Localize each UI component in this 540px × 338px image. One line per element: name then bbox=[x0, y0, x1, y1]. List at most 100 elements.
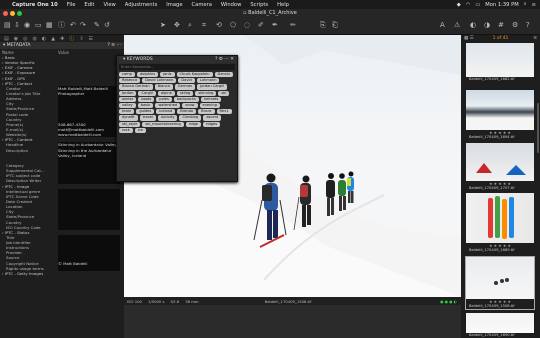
keyword-tag[interactable]: dolphins bbox=[136, 72, 159, 78]
thumbnail-image[interactable] bbox=[466, 143, 534, 181]
import-icon[interactable]: ⇩ bbox=[14, 21, 20, 29]
camera-icon[interactable]: ◉ bbox=[24, 21, 30, 29]
library-icon[interactable]: ▤ bbox=[4, 21, 11, 29]
annotation-icon[interactable]: ✏ bbox=[290, 21, 296, 29]
keyword-tag[interactable]: Activity bbox=[158, 115, 178, 121]
keyword-tag[interactable]: Rebecca bbox=[119, 78, 141, 84]
brush-icon[interactable]: ✐ bbox=[258, 21, 264, 29]
color-tag-icons[interactable]: ● ● ● ◐ bbox=[440, 299, 457, 304]
thumbnail-image[interactable] bbox=[466, 257, 534, 299]
panel-tools-icon[interactable]: ? ≡ ⋯ bbox=[107, 42, 121, 49]
thumbnail-image[interactable] bbox=[466, 90, 534, 130]
exposure-warning-icon[interactable]: ◑ bbox=[484, 21, 490, 29]
keyword-input[interactable]: Enter Keywords... bbox=[119, 64, 235, 70]
keystone-icon[interactable]: ⬠ bbox=[230, 21, 236, 29]
keyword-tag[interactable]: evening bbox=[199, 102, 220, 109]
keyword-tag[interactable]: valley bbox=[119, 102, 136, 109]
menu-adjustments[interactable]: Adjustments bbox=[125, 2, 158, 8]
keyword-tag[interactable]: skinning bbox=[195, 90, 217, 96]
keyword-tag[interactable]: team bbox=[119, 109, 135, 115]
keyword-tag[interactable]: Jordan Cargill bbox=[197, 84, 228, 90]
keyword-tag[interactable]: ice bbox=[134, 127, 146, 133]
reset-icon[interactable]: ↺ bbox=[104, 21, 110, 29]
info-icon[interactable]: ⓘ bbox=[58, 21, 65, 29]
keyword-tag[interactable]: janis bbox=[160, 72, 175, 78]
settings-icon[interactable]: ⚙ bbox=[512, 21, 518, 29]
batch-tab-icon[interactable]: ☰ bbox=[89, 36, 93, 42]
thumbnail[interactable]: ★ ★ ★ ★ ★ Baldelli_170409_1689.tif bbox=[466, 193, 534, 253]
metadata-tab-icon[interactable]: ⓘ bbox=[69, 35, 74, 42]
adjustments-tab-icon[interactable]: ✚ bbox=[60, 36, 64, 42]
pan-icon[interactable]: ✥ bbox=[174, 21, 180, 29]
keyword-tag[interactable]: Bianca bbox=[154, 84, 173, 90]
grid-icon[interactable]: ▦ bbox=[46, 21, 53, 29]
browser-menu-icon[interactable]: ≡ bbox=[533, 35, 537, 42]
details-tab-icon[interactable]: ▲ bbox=[51, 36, 55, 42]
keyword-tag[interactable]: boots bbox=[138, 96, 155, 102]
menu-window[interactable]: Window bbox=[221, 2, 241, 8]
folder-icon[interactable]: ▭ bbox=[35, 21, 42, 29]
thumbnail-image[interactable] bbox=[466, 43, 534, 77]
metadata-group[interactable]: › IPTC - Getty Images bbox=[0, 271, 124, 276]
menu-scripts[interactable]: Scripts bbox=[250, 2, 268, 8]
keyword-tag[interactable]: winter bbox=[119, 96, 137, 102]
keyword-tag[interactable]: Dennis bbox=[214, 72, 233, 78]
capture-tab-icon[interactable]: ◉ bbox=[14, 36, 18, 42]
keyword-tag[interactable]: Jordan bbox=[119, 90, 137, 96]
metadata-header[interactable]: ▾ METADATA ? ≡ ⋯ bbox=[0, 42, 124, 49]
keywords-tools-icon[interactable]: ? ⚙ ⋯ ✕ bbox=[215, 56, 234, 63]
keyword-tag[interactable]: ridge bbox=[185, 121, 201, 127]
keyword-tag[interactable]: snow bbox=[182, 102, 198, 109]
keyword-tag[interactable]: ski bbox=[218, 90, 230, 96]
keyword-tag[interactable]: Rev1 bbox=[216, 109, 232, 115]
clock[interactable]: Mon 1:39 PM bbox=[485, 2, 519, 8]
keyword-tag[interactable]: David bbox=[178, 78, 195, 84]
keyword-tag[interactable]: German bbox=[174, 84, 196, 90]
keyword-tag[interactable]: ascent bbox=[203, 115, 222, 121]
copy-adjustments-icon[interactable]: ✎ bbox=[94, 21, 100, 29]
keyword-tag[interactable]: camp bbox=[119, 72, 135, 78]
keyword-tag[interactable]: dynafit bbox=[119, 115, 138, 121]
keyword-tag[interactable]: ridges bbox=[202, 121, 221, 127]
menu-file[interactable]: File bbox=[67, 2, 76, 8]
keyword-tag[interactable]: alpine bbox=[157, 90, 175, 96]
thumbnail[interactable]: Baldelli_170409_1682.tif bbox=[466, 43, 534, 82]
menu-capture-one-10[interactable]: Capture One 10 bbox=[12, 2, 58, 8]
keyword-tag[interactable]: Brendo bbox=[177, 109, 197, 115]
keyword-tag[interactable]: Lohmann bbox=[196, 78, 220, 84]
menu-view[interactable]: View bbox=[103, 2, 115, 8]
menu-icon[interactable]: ≡ bbox=[532, 2, 536, 8]
keyword-tag[interactable]: backpacks bbox=[173, 96, 199, 102]
thumbnail[interactable]: ★ ★ ★ ★ ★ Baldelli_170409_1694.tif bbox=[466, 90, 534, 140]
battery-icon[interactable]: ▭ bbox=[475, 2, 480, 8]
keyword-tag[interactable]: watershed bbox=[155, 102, 181, 109]
cursor-icon[interactable]: ➤ bbox=[160, 21, 166, 29]
dropbox-icon[interactable]: ◆ bbox=[457, 2, 461, 8]
keyword-tag[interactable]: helmets bbox=[200, 96, 222, 102]
keyword-tag[interactable]: skiing bbox=[176, 90, 194, 96]
zoom-icon[interactable]: ⌕ bbox=[188, 21, 192, 29]
grid-overlay-icon[interactable]: # bbox=[498, 21, 504, 29]
keyword-tag[interactable]: Iceland bbox=[156, 109, 176, 115]
output-tab-icon[interactable]: ⇪ bbox=[79, 36, 83, 42]
menu-image[interactable]: Image bbox=[166, 2, 182, 8]
thumbnail[interactable]: Baldelli_170409_1690.tif bbox=[466, 313, 534, 338]
apply-icon[interactable]: ⎗ bbox=[332, 21, 338, 29]
lens-tab-icon[interactable]: ◎ bbox=[23, 36, 27, 42]
thumbnail[interactable]: ★ ★ ★ ★ ★ Baldelli_170409_1707.tif bbox=[466, 143, 534, 191]
crop-icon[interactable]: ⌗ bbox=[202, 21, 206, 29]
browser-scrollbar[interactable] bbox=[537, 103, 539, 153]
keyword-tag[interactable]: ski_style bbox=[119, 121, 141, 127]
keyword-tag[interactable]: guides bbox=[136, 109, 155, 115]
keyword-tag[interactable]: Bruce bbox=[198, 109, 215, 115]
keyword-tag[interactable]: Chuck Kappelein bbox=[176, 72, 213, 78]
rotate-icon[interactable]: ⟲ bbox=[216, 21, 222, 29]
keyword-tag[interactable]: poles bbox=[156, 96, 172, 102]
thumbnail[interactable]: ★ ★ ★ ★ ★ Baldelli_170409_1508.tif bbox=[465, 256, 535, 310]
color-tab-icon[interactable]: ◍ bbox=[32, 36, 36, 42]
keyword-tag[interactable]: rock bbox=[119, 127, 133, 133]
warning-icon[interactable]: ⚠ bbox=[454, 21, 460, 29]
menu-help[interactable]: Help bbox=[277, 2, 289, 8]
copy-icon[interactable]: ⎘ bbox=[320, 21, 326, 29]
keyword-tag[interactable]: Bianca German bbox=[119, 84, 153, 90]
